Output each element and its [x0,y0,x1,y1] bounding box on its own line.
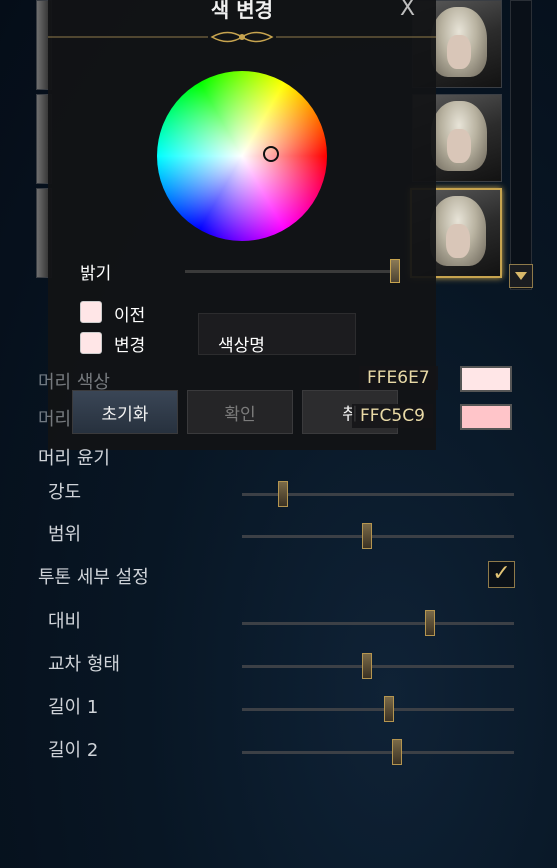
close-icon[interactable]: X [400,0,415,21]
brightness-label: 밝기 [80,264,112,284]
gloss-setting-slider-thumb[interactable] [362,523,373,549]
previous-label: 이전 [114,306,146,326]
twotone-settings-label: 투톤 세부 설정 [38,567,149,588]
changed-color-checkbox[interactable] [80,332,102,354]
hair-color-label: 머리 색상 [38,372,110,393]
twotone-setting-slider[interactable] [242,665,514,668]
face-art [447,35,471,69]
twotone-setting-slider[interactable] [242,622,514,625]
twotone-setting-slider[interactable] [242,751,514,754]
gloss-setting-slider[interactable] [242,535,514,538]
reset-button[interactable]: 초기화 [72,390,178,434]
previous-color-swatch [460,366,512,392]
hair-gloss-label: 머리 윤기 [38,448,110,469]
portrait-scrollbar[interactable] [510,0,532,290]
brightness-slider[interactable] [185,270,399,273]
previous-color-hex: FFE6E7 [359,366,438,390]
twotone-setting-slider-thumb[interactable] [392,739,403,765]
twotone-setting-label: 대비 [48,611,82,632]
confirm-button[interactable]: 확인 [187,390,293,434]
twotone-setting-label: 길이 2 [48,740,99,761]
gloss-setting-slider-thumb[interactable] [277,481,288,507]
twotone-setting-slider[interactable] [242,708,514,711]
twotone-setting-slider-thumb[interactable] [383,696,394,722]
color-name-label: 색상명 [218,336,265,356]
color-wheel[interactable] [157,71,327,241]
hair-second-label: 머리 [38,409,72,430]
changed-color-hex: FFC5C9 [352,404,433,428]
check-icon[interactable]: ✓ [488,561,515,588]
chevron-down-icon[interactable] [509,264,533,288]
previous-color-checkbox[interactable] [80,301,102,323]
color-wheel-cursor[interactable] [263,146,279,162]
changed-color-swatch [460,404,512,430]
twotone-setting-label: 길이 1 [48,697,99,718]
face-art [447,129,471,163]
changed-label: 변경 [114,336,146,356]
face-art [446,224,470,258]
twotone-setting-slider-thumb[interactable] [362,653,373,679]
gloss-setting-label: 범위 [48,524,82,545]
gloss-setting-label: 강도 [48,482,82,503]
twotone-setting-slider-thumb[interactable] [424,610,435,636]
popup-title: 색 변경 [210,0,274,22]
brightness-slider-thumb[interactable] [389,259,400,283]
twotone-setting-label: 교차 형태 [48,654,120,675]
ornament-divider-icon [48,31,436,43]
